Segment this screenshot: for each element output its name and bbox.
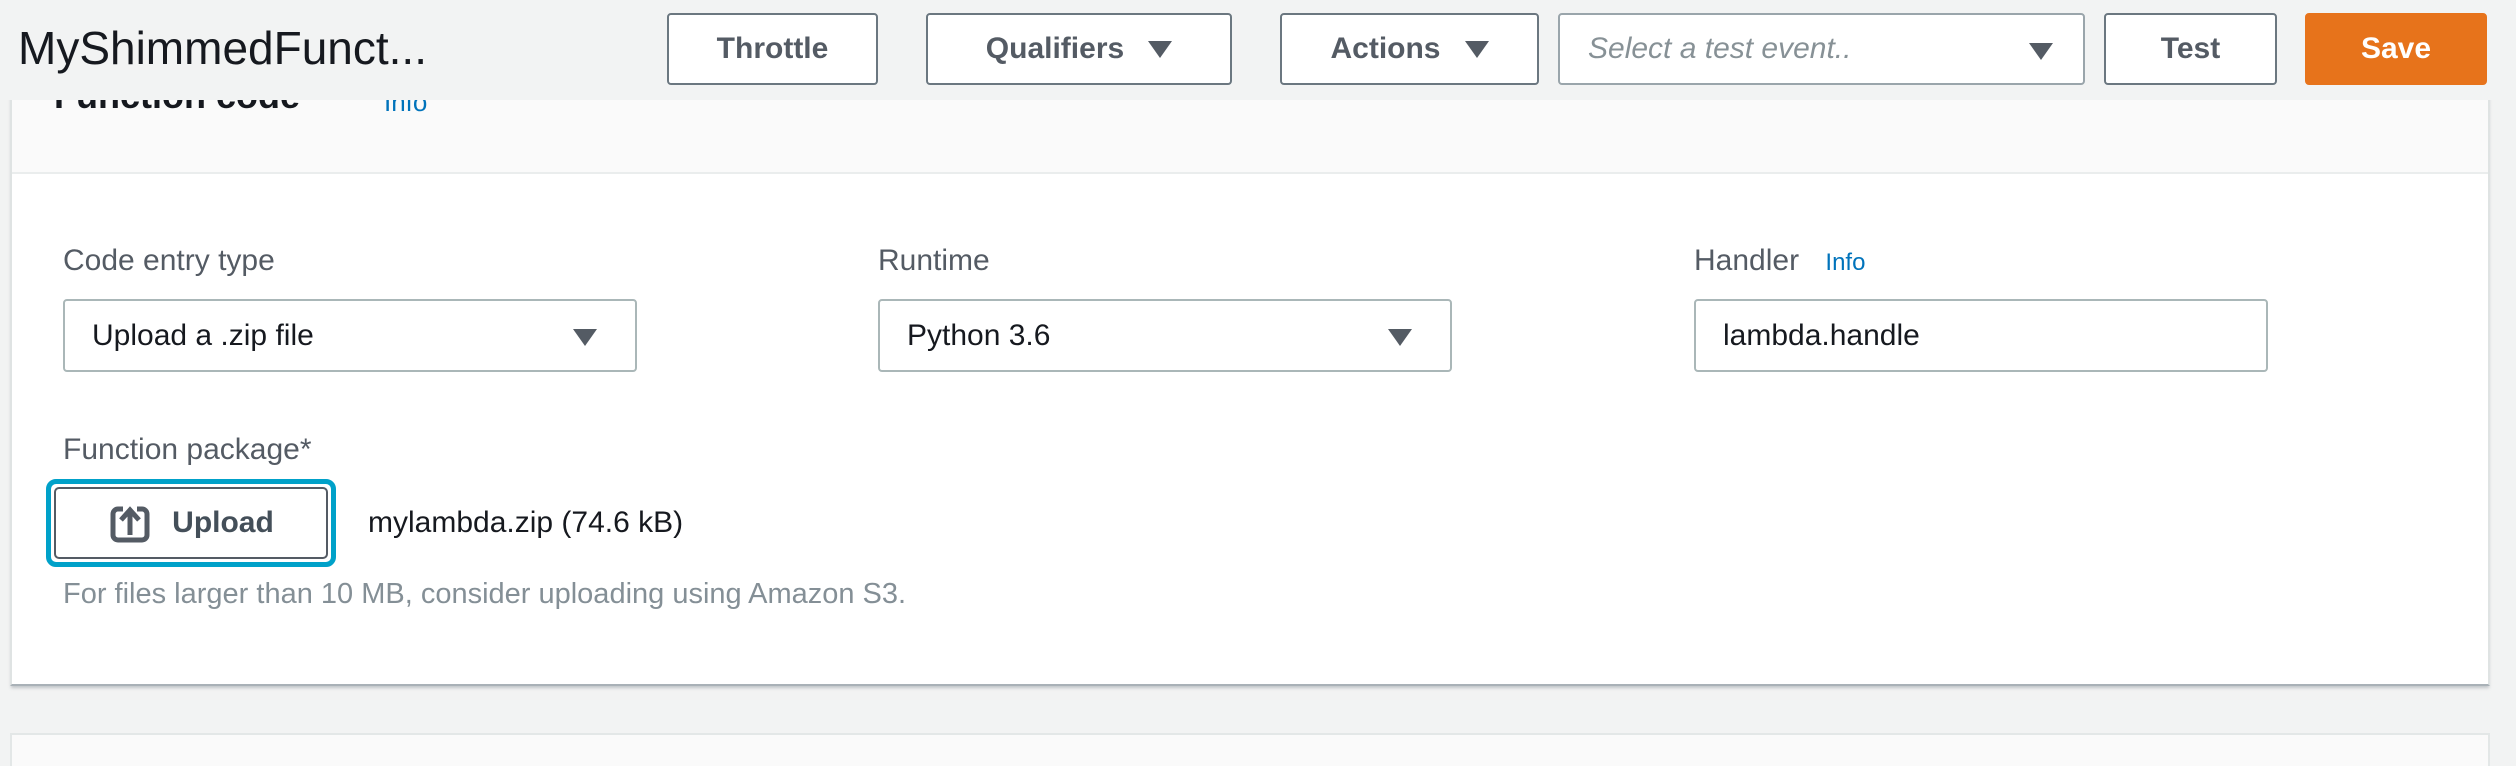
function-package-label: Function package* [63,434,312,466]
code-entry-type-select[interactable]: Upload a .zip file [63,299,637,372]
caret-down-icon [2029,43,2053,60]
function-action-header: MyShimmedFunct... Throttle Qualifiers Ac… [0,0,2516,100]
throttle-button[interactable]: Throttle [667,13,878,85]
test-event-select[interactable]: Select a test event.. [1558,13,2085,85]
handler-input[interactable] [1694,299,2268,372]
upload-button-label: Upload [172,506,274,540]
lambda-console-viewport: Function code Info Code entry type Runti… [0,0,2516,766]
test-button-label: Test [2161,32,2220,66]
throttle-button-label: Throttle [717,32,829,66]
caret-down-icon [1388,329,1412,346]
handler-info-link[interactable]: Info [1825,249,1865,276]
caret-down-icon [573,329,597,346]
save-button-label: Save [2361,32,2431,66]
handler-label-text: Handler [1694,244,1799,277]
save-button[interactable]: Save [2305,13,2487,85]
s3-upload-hint: For files larger than 10 MB, consider up… [63,578,906,610]
code-entry-type-selected-value: Upload a .zip file [92,319,314,353]
function-name-title: MyShimmedFunct... [18,21,427,75]
handler-label: Handler Info [1694,245,1865,279]
uploaded-file-info: mylambda.zip (74.6 kB) [368,479,683,567]
upload-button-focus-ring: Upload [46,479,336,567]
test-event-placeholder: Select a test event.. [1588,32,1851,66]
function-code-card: Function code Info Code entry type Runti… [10,20,2490,686]
next-section-card [10,733,2490,766]
caret-down-icon [1148,41,1172,58]
actions-button-label: Actions [1330,32,1440,66]
actions-dropdown-button[interactable]: Actions [1280,13,1539,85]
runtime-selected-value: Python 3.6 [907,319,1050,353]
runtime-label: Runtime [878,245,990,277]
test-button[interactable]: Test [2104,13,2277,85]
caret-down-icon [1465,41,1489,58]
upload-icon [108,501,152,545]
qualifiers-button-label: Qualifiers [986,32,1124,66]
qualifiers-dropdown-button[interactable]: Qualifiers [926,13,1232,85]
code-entry-type-label: Code entry type [63,245,275,277]
upload-button[interactable]: Upload [54,487,328,559]
runtime-select[interactable]: Python 3.6 [878,299,1452,372]
